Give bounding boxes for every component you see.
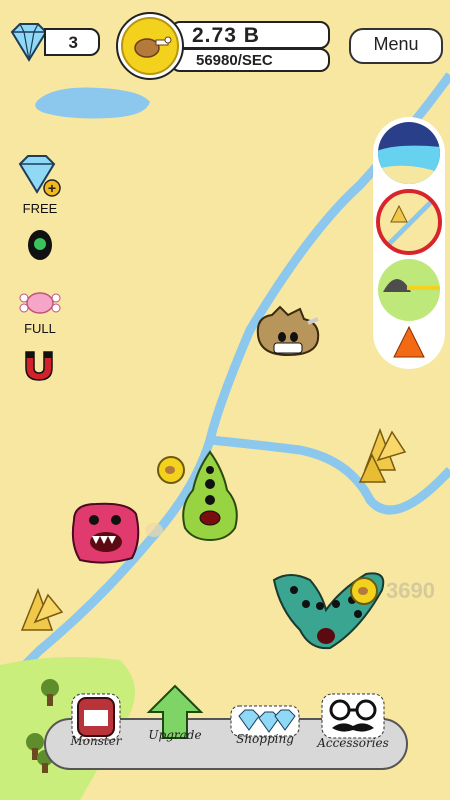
monster-teal-v[interactable]: [270, 560, 390, 652]
free-diamond-icon[interactable]: +: [16, 152, 62, 198]
floating-coin-value: 3690: [386, 578, 435, 603]
world-desert-button[interactable]: [375, 188, 443, 256]
tab-accessories-label: Accessories: [317, 736, 389, 750]
coin-rate-display: 56980/SEC: [170, 48, 330, 72]
tab-monster-label: Monster: [70, 734, 122, 748]
tab-upgrade[interactable]: Upgrade: [130, 684, 220, 754]
menu-button[interactable]: Menu: [349, 28, 443, 64]
gem-counter: 3: [44, 28, 100, 56]
meat-icon[interactable]: [18, 288, 62, 318]
scroll-down-arrow-icon[interactable]: [392, 325, 426, 359]
tab-monster[interactable]: Monster: [56, 690, 136, 760]
coin-total-display: 2.73 B: [170, 21, 330, 49]
lake: [35, 87, 150, 119]
coin-total-value: 2.73 B: [192, 24, 260, 47]
coin-drop-icon[interactable]: [349, 576, 379, 606]
magnet-icon[interactable]: [22, 348, 56, 384]
monster-horned-brown[interactable]: [252, 305, 324, 361]
world-map: [0, 72, 450, 800]
monster-green-cone[interactable]: [177, 450, 243, 542]
egg-icon[interactable]: [24, 226, 56, 262]
world-ocean-button[interactable]: [377, 121, 441, 185]
coin-rate-value: 56980/SEC: [196, 52, 273, 69]
pyramid-icon: [358, 427, 407, 483]
tab-upgrade-label: Upgrade: [148, 728, 202, 742]
pyramid-icon: [20, 587, 64, 631]
tab-shopping[interactable]: Shopping: [220, 700, 310, 760]
tab-shopping-label: Shopping: [236, 732, 294, 746]
world-grassland-button[interactable]: [377, 258, 441, 322]
glasses-mustache-icon: [321, 693, 385, 739]
meat-drop-icon[interactable]: [140, 520, 168, 540]
tab-accessories[interactable]: Accessories: [308, 692, 398, 758]
food-label: FULL: [24, 321, 56, 336]
svg-text:+: +: [48, 180, 56, 196]
free-label: FREE: [22, 201, 58, 216]
monster-pink-blob[interactable]: [66, 500, 144, 566]
meat-coin-icon: [116, 12, 184, 80]
gem-count-value: 3: [68, 33, 78, 52]
river-branch: [209, 435, 450, 515]
